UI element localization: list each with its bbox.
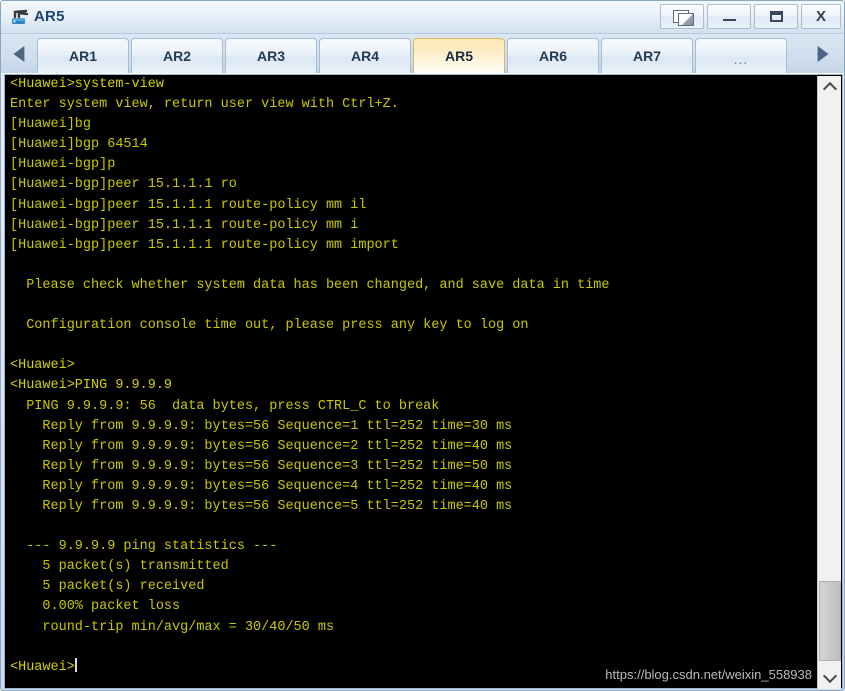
tab-ar4[interactable]: AR4 [319, 38, 411, 73]
tab-bar: AR1 AR2 AR3 AR4 AR5 AR6 AR7 ... [1, 34, 844, 74]
terminal-line: round-trip min/avg/max = 30/40/50 ms [10, 619, 335, 635]
terminal-line: Reply from 9.9.9.9: bytes=56 Sequence=5 … [10, 498, 513, 514]
tab-label: AR4 [350, 48, 379, 64]
maximize-icon [755, 5, 797, 28]
terminal-line: [Huawei-bgp]peer 15.1.1.1 ro [10, 177, 237, 193]
terminal-line: Reply from 9.9.9.9: bytes=56 Sequence=4 … [10, 478, 513, 494]
tab-scroll-left-button[interactable] [4, 36, 36, 72]
terminal-line: Please check whether system data has bee… [10, 277, 610, 293]
terminal-line: Configuration console time out, please p… [10, 318, 529, 334]
terminal-line: [Huawei-bgp]p [10, 157, 116, 173]
tab-label: AR6 [538, 48, 567, 64]
scrollbar-thumb[interactable] [819, 581, 841, 661]
terminal-line: [Huawei]bgp 64514 [10, 137, 148, 153]
scrollbar-down-button[interactable] [818, 667, 841, 689]
cascade-windows-button[interactable] [660, 4, 704, 29]
tab-label: AR5 [444, 48, 473, 64]
maximize-button[interactable] [754, 4, 798, 29]
tab-ar3[interactable]: AR3 [225, 38, 317, 73]
terminal-line: --- 9.9.9.9 ping statistics --- [10, 539, 278, 555]
terminal-line: <Huawei>system-view [10, 77, 164, 92]
terminal-line: [Huawei-bgp]peer 15.1.1.1 route-policy m… [10, 197, 367, 213]
terminal-panel: <Huawei>system-view Enter system view, re… [4, 74, 843, 689]
tab-list: AR1 AR2 AR3 AR4 AR5 AR6 AR7 ... [37, 38, 787, 73]
terminal-line: Reply from 9.9.9.9: bytes=56 Sequence=3 … [10, 458, 513, 474]
cascade-front-icon [678, 13, 694, 26]
chevron-down-icon [822, 668, 837, 684]
tab-label: AR3 [256, 48, 285, 64]
router-icon [12, 9, 29, 24]
tab-ar2[interactable]: AR2 [131, 38, 223, 73]
terminal-line: PING 9.9.9.9: 56 data bytes, press CTRL_… [10, 398, 440, 414]
terminal-line: 5 packet(s) transmitted [10, 559, 229, 575]
tab-label: AR7 [632, 48, 661, 64]
terminal-line: [Huawei-bgp]peer 15.1.1.1 route-policy m… [10, 217, 359, 233]
tab-ar7[interactable]: AR7 [601, 38, 693, 73]
close-button[interactable]: X [801, 4, 841, 29]
tab-label: AR1 [68, 48, 97, 64]
tab-scroll-right-button[interactable] [806, 36, 838, 72]
terminal-output[interactable]: <Huawei>system-view Enter system view, re… [10, 75, 815, 688]
minimize-button[interactable] [707, 4, 751, 29]
chevron-up-icon [822, 81, 837, 97]
tab-ar6[interactable]: AR6 [507, 38, 599, 73]
terminal-line: <Huawei>PING 9.9.9.9 [10, 378, 173, 394]
terminal-line: Reply from 9.9.9.9: bytes=56 Sequence=2 … [10, 438, 513, 454]
chevron-left-icon [13, 46, 25, 62]
tab-more[interactable]: ... [695, 38, 787, 73]
tab-label: ... [733, 51, 749, 67]
terminal-line: [Huawei]bg [10, 117, 92, 133]
terminal-line: Reply from 9.9.9.9: bytes=56 Sequence=1 … [10, 418, 513, 434]
terminal-line: [Huawei-bgp]peer 15.1.1.1 route-policy m… [10, 237, 399, 253]
tab-ar1[interactable]: AR1 [37, 38, 129, 73]
tab-ar5[interactable]: AR5 [413, 38, 505, 73]
terminal-line: Enter system view, return user view with… [10, 97, 399, 113]
terminal-line: 5 packet(s) received [10, 579, 205, 595]
chevron-right-icon [817, 46, 829, 62]
window-title: AR5 [34, 8, 65, 25]
title-bar: AR5 X [1, 1, 844, 34]
application-window: AR5 X AR1 AR2 AR3 AR4 AR5 AR6 AR7 ... <H… [0, 0, 845, 691]
scrollbar-up-button[interactable] [818, 76, 841, 98]
text-cursor [74, 657, 77, 672]
tab-label: AR2 [162, 48, 191, 64]
terminal-line: 0.00% packet loss [10, 599, 181, 615]
minimize-icon [708, 5, 750, 28]
close-icon: X [815, 8, 826, 25]
terminal-line: <Huawei> [10, 358, 75, 374]
terminal-scrollbar[interactable] [817, 76, 841, 689]
terminal-line: <Huawei> [10, 657, 77, 675]
